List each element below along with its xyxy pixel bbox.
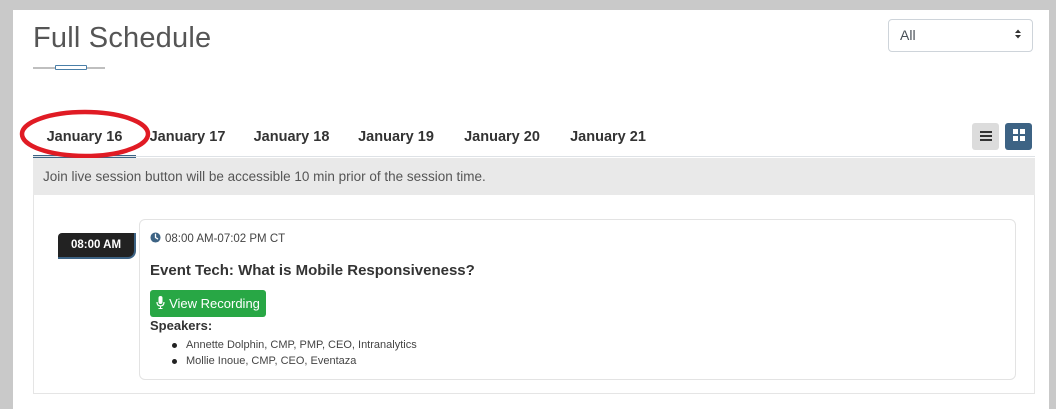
- view-recording-label: View Recording: [169, 296, 260, 311]
- speaker-item: Annette Dolphin, CMP, PMP, CEO, Intranal…: [170, 337, 417, 353]
- clock-icon: [150, 232, 161, 246]
- session-time-badge: 08:00 AM: [58, 233, 136, 259]
- tab-january-18[interactable]: January 18: [239, 120, 344, 158]
- tab-january-19[interactable]: January 19: [344, 120, 448, 158]
- list-icon: [979, 128, 992, 146]
- grid-view-button[interactable]: [1005, 123, 1032, 150]
- filter-selected-value: All: [900, 27, 916, 43]
- page-title: Full Schedule: [33, 22, 212, 54]
- title-underline-accent: [55, 65, 87, 70]
- tab-january-20[interactable]: January 20: [448, 120, 556, 158]
- session-notice: Join live session button will be accessi…: [33, 158, 1035, 195]
- speaker-item: Mollie Inoue, CMP, CEO, Eventaza: [170, 353, 417, 369]
- tab-bar-divider: [33, 156, 1035, 157]
- microphone-icon: [156, 295, 165, 312]
- speakers-label: Speakers:: [150, 318, 213, 333]
- schedule-content: 08:00 AM 08:00 AM-07:02 PM CT Event Tech…: [33, 195, 1035, 394]
- list-view-button[interactable]: [972, 123, 999, 150]
- view-recording-button[interactable]: View Recording: [150, 290, 266, 317]
- session-time-range: 08:00 AM-07:02 PM CT: [165, 233, 286, 245]
- grid-icon: [1012, 128, 1025, 146]
- session-title: Event Tech: What is Mobile Responsivenes…: [150, 262, 475, 279]
- speakers-list: Annette Dolphin, CMP, PMP, CEO, Intranal…: [170, 337, 417, 369]
- schedule-panel: Full Schedule All January 16 January 17 …: [13, 10, 1049, 409]
- annotation-circle: [19, 109, 151, 159]
- session-card: 08:00 AM-07:02 PM CT Event Tech: What is…: [139, 219, 1016, 380]
- filter-select[interactable]: All: [888, 19, 1033, 52]
- select-caret-icon: [1014, 28, 1022, 40]
- session-time: 08:00 AM-07:02 PM CT: [150, 232, 285, 246]
- tab-january-21[interactable]: January 21: [556, 120, 660, 158]
